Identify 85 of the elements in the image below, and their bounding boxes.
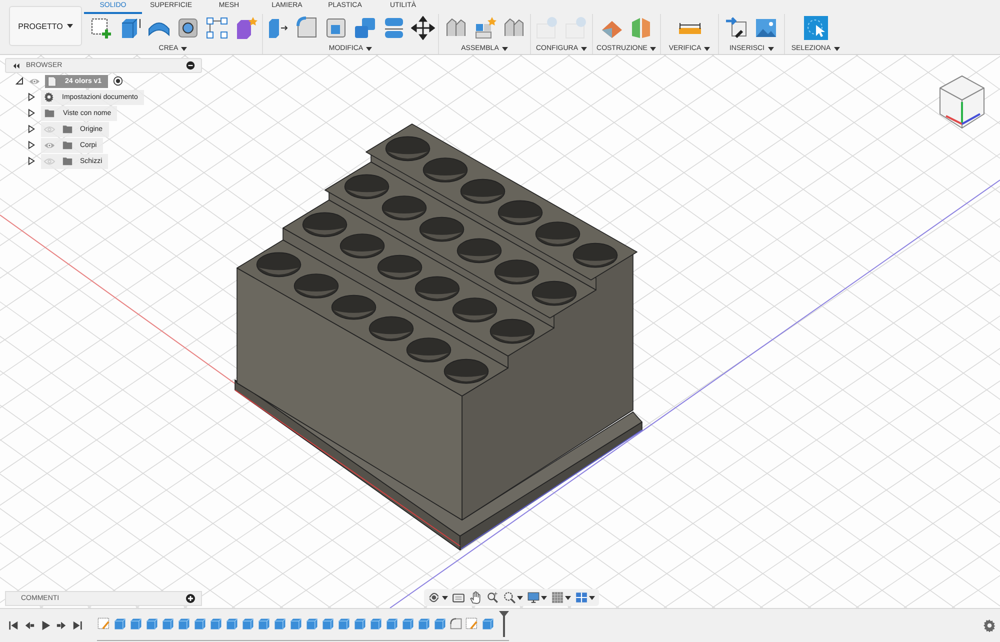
caret-icon (442, 596, 448, 600)
cube-icon[interactable] (193, 616, 207, 630)
pattern-icon[interactable] (204, 16, 228, 40)
cube-icon[interactable] (129, 616, 143, 630)
play-icon[interactable] (40, 620, 51, 631)
component-star-icon[interactable] (472, 16, 496, 40)
settings-icon[interactable] (983, 619, 996, 632)
expand-icon[interactable] (27, 140, 36, 150)
caret-icon (589, 596, 595, 600)
shell-icon[interactable] (324, 16, 348, 40)
first-icon[interactable] (8, 620, 19, 631)
cube-icon[interactable] (177, 616, 191, 630)
viewports-icon[interactable] (575, 591, 588, 604)
fillet-icon[interactable] (295, 16, 319, 40)
caret-icon (704, 46, 710, 50)
collapse-icon[interactable] (12, 62, 20, 70)
caret-icon (181, 46, 188, 50)
gear-icon (44, 92, 54, 102)
model-drawing[interactable] (234, 124, 642, 550)
select-icon[interactable] (804, 16, 828, 40)
plane-icon[interactable] (629, 16, 653, 40)
folder-icon (62, 156, 73, 166)
folder-icon (62, 140, 73, 150)
cube-icon[interactable] (433, 616, 447, 630)
caret-icon (517, 596, 523, 600)
caret-icon (650, 46, 656, 50)
minimize-icon[interactable] (186, 61, 195, 70)
pan-hand-icon[interactable] (469, 591, 482, 604)
push-pull-icon[interactable] (266, 16, 290, 40)
cube-icon[interactable] (257, 616, 271, 630)
sketch-icon[interactable] (465, 616, 479, 630)
expand-icon[interactable] (27, 92, 36, 102)
combine-icon[interactable] (353, 16, 377, 40)
cube-icon[interactable] (289, 616, 303, 630)
cube-icon[interactable] (417, 616, 431, 630)
zoom-icon[interactable] (486, 591, 499, 604)
cube-icon[interactable] (161, 616, 175, 630)
caret-icon (541, 596, 547, 600)
cube-icon[interactable] (401, 616, 415, 630)
folder-icon (44, 108, 55, 118)
caret-icon (581, 46, 587, 50)
cube-icon[interactable] (337, 616, 351, 630)
cube-icon[interactable] (241, 616, 255, 630)
caret-icon (565, 596, 571, 600)
expand-icon[interactable] (27, 108, 36, 118)
grid-icon[interactable] (551, 591, 564, 604)
cube-icon[interactable] (481, 616, 495, 630)
orbit-icon[interactable] (428, 591, 441, 604)
caret-icon (768, 46, 774, 50)
insert-link-icon[interactable] (725, 16, 749, 40)
image-icon[interactable] (754, 16, 778, 40)
folder-icon (62, 124, 73, 134)
cube-icon[interactable] (225, 616, 239, 630)
timeline-marker[interactable] (499, 610, 509, 636)
expand-icon[interactable] (27, 156, 36, 166)
project-button[interactable]: PROGETTO (9, 6, 82, 46)
cube-icon[interactable] (145, 616, 159, 630)
cube-icon[interactable] (385, 616, 399, 630)
caret-icon (502, 46, 508, 50)
move-icon[interactable] (411, 16, 435, 40)
fillet-icon[interactable] (449, 616, 463, 630)
cube-icon[interactable] (305, 616, 319, 630)
cube-icon[interactable] (273, 616, 287, 630)
cube-icon[interactable] (321, 616, 335, 630)
collapse-icon[interactable] (15, 76, 24, 86)
sketch-icon[interactable] (97, 616, 111, 630)
cube-icon[interactable] (369, 616, 383, 630)
cube-icon[interactable] (113, 616, 127, 630)
caret-icon (366, 46, 372, 50)
last-icon[interactable] (72, 620, 83, 631)
radio-icon[interactable] (112, 76, 123, 86)
layers-icon[interactable] (382, 16, 406, 40)
hole-icon[interactable] (176, 16, 200, 40)
zoom-fit-icon[interactable] (503, 591, 516, 604)
document-icon (47, 76, 57, 86)
cube-icon[interactable] (209, 616, 223, 630)
cube-icon[interactable] (353, 616, 367, 630)
expand-icon[interactable] (27, 124, 36, 134)
add-icon[interactable] (186, 594, 195, 603)
previous-icon[interactable] (24, 620, 35, 631)
display-icon[interactable] (527, 591, 540, 604)
sketch-icon[interactable] (88, 16, 112, 40)
caret-icon (834, 46, 840, 50)
caret-icon (66, 24, 73, 28)
next-icon[interactable] (56, 620, 67, 631)
